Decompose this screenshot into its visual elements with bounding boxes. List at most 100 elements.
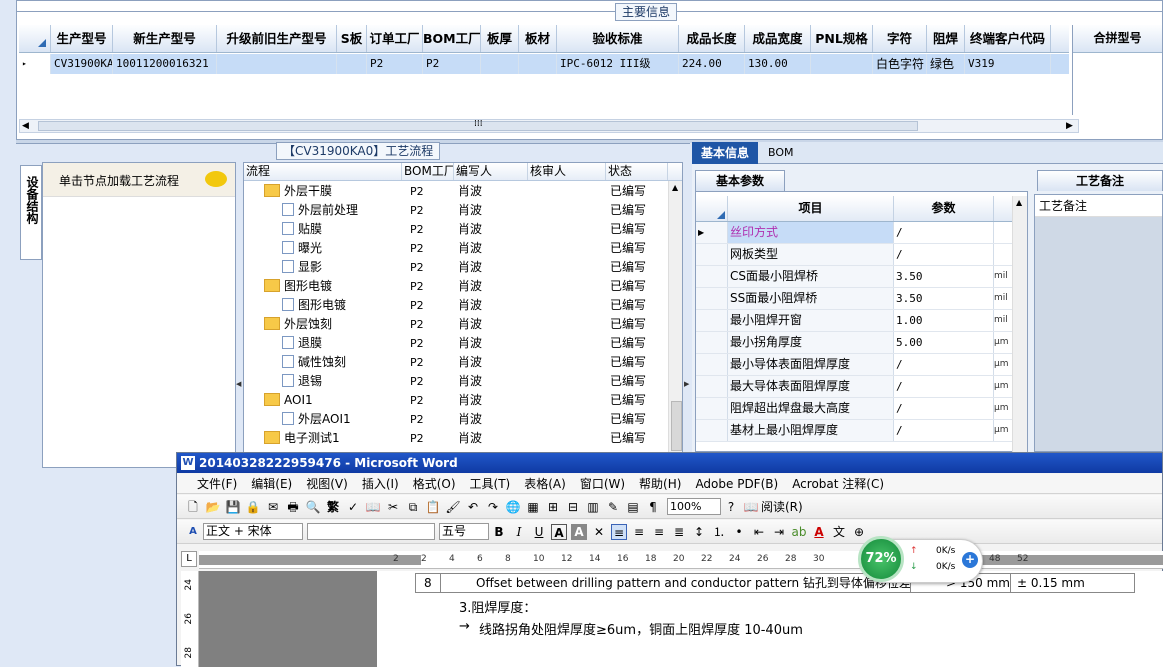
network-monitor-widget[interactable]: 72% ↑ ↓ 0K/s 0K/s + bbox=[858, 536, 983, 583]
doc-map-icon[interactable]: ▤ bbox=[625, 499, 641, 515]
col-acceptance-std[interactable]: 验收标准 bbox=[557, 25, 679, 52]
menu-item-7[interactable]: 窗口(W) bbox=[580, 475, 625, 492]
email-icon[interactable]: ✉ bbox=[265, 499, 281, 515]
show-hide-icon[interactable]: ¶ bbox=[645, 499, 661, 515]
tree-row[interactable]: 退膜 P2 肖波 已编写 bbox=[244, 334, 682, 353]
zoom-select[interactable]: 100% bbox=[667, 498, 721, 515]
save-icon[interactable]: 💾 bbox=[225, 499, 241, 515]
param-value[interactable]: / bbox=[894, 354, 994, 375]
phonetic-icon[interactable]: 文 bbox=[831, 524, 847, 540]
tab-bom[interactable]: BOM bbox=[762, 142, 802, 164]
highlight-icon[interactable]: ab bbox=[791, 524, 807, 540]
columns-icon[interactable]: ▥ bbox=[585, 499, 601, 515]
drawing-icon[interactable]: ✎ bbox=[605, 499, 621, 515]
menu-item-0[interactable]: 文件(F) bbox=[197, 475, 237, 492]
font-select[interactable] bbox=[307, 523, 435, 540]
styles-icon[interactable]: A bbox=[185, 524, 201, 540]
scroll-left-icon[interactable]: ◀ bbox=[22, 120, 32, 132]
permission-icon[interactable]: 🔒 bbox=[245, 499, 261, 515]
param-value[interactable]: 3.50 bbox=[894, 266, 994, 287]
param-row[interactable]: 网板类型 / bbox=[696, 244, 1016, 266]
tables-borders-icon[interactable]: ▦ bbox=[525, 499, 541, 515]
decrease-indent-icon[interactable]: ⇤ bbox=[751, 524, 767, 540]
underline-button[interactable]: U bbox=[531, 524, 547, 540]
cut-icon[interactable]: ✂ bbox=[385, 499, 401, 515]
col-old-model[interactable]: 升级前旧生产型号 bbox=[217, 25, 337, 52]
print-icon[interactable]: 🖶 bbox=[285, 499, 301, 515]
style-select[interactable]: 正文 + 宋体 bbox=[203, 523, 303, 540]
open-icon[interactable]: 📂 bbox=[205, 499, 221, 515]
subtab-process-notes[interactable]: 工艺备注 bbox=[1037, 170, 1163, 191]
menu-item-4[interactable]: 格式(O) bbox=[413, 475, 456, 492]
menu-item-3[interactable]: 插入(I) bbox=[362, 475, 399, 492]
col-solder-mask[interactable]: 阻焊 bbox=[927, 25, 965, 52]
format-painter-icon[interactable]: 🖌 bbox=[445, 499, 461, 515]
document-page[interactable]: 8 Offset between drilling pattern and co… bbox=[377, 571, 1163, 667]
col-s-board[interactable]: S板 bbox=[337, 25, 367, 52]
menu-item-9[interactable]: Adobe PDF(B) bbox=[695, 477, 778, 491]
hint-bar[interactable]: 单击节点加载工艺流程 bbox=[43, 163, 235, 197]
tab-basic-info[interactable]: 基本信息 bbox=[692, 142, 758, 164]
col-corner[interactable] bbox=[19, 25, 51, 52]
param-row[interactable]: 基材上最小阻焊厚度 / μm bbox=[696, 420, 1016, 442]
param-value[interactable]: / bbox=[894, 420, 994, 441]
tree-row[interactable]: 显影 P2 肖波 已编写 bbox=[244, 258, 682, 277]
paste-icon[interactable]: 📋 bbox=[425, 499, 441, 515]
menu-item-10[interactable]: Acrobat 注释(C) bbox=[792, 475, 884, 492]
net-plus-icon[interactable]: + bbox=[962, 552, 978, 568]
bold-button[interactable]: B bbox=[491, 524, 507, 540]
numbering-icon[interactable]: ⒈ bbox=[711, 524, 727, 540]
scroll-right-icon[interactable]: ▶ bbox=[1066, 120, 1076, 132]
col-thickness[interactable]: 板厚 bbox=[481, 25, 519, 52]
char-scale-icon[interactable]: ✕ bbox=[591, 524, 607, 540]
param-row[interactable]: SS面最小阻焊桥 3.50 mil bbox=[696, 288, 1016, 310]
menu-item-8[interactable]: 帮助(H) bbox=[639, 475, 681, 492]
subtab-basic-params[interactable]: 基本参数 bbox=[695, 170, 785, 191]
align-right-icon[interactable]: ≡ bbox=[651, 524, 667, 540]
param-row[interactable]: 最小阻焊开窗 1.00 mil bbox=[696, 310, 1016, 332]
param-row[interactable]: CS面最小阻焊桥 3.50 mil bbox=[696, 266, 1016, 288]
tree-vscroll[interactable]: ▲ bbox=[668, 181, 682, 453]
read-mode-button[interactable]: 阅读(R) bbox=[761, 498, 803, 515]
tree-row[interactable]: AOI1 P2 肖波 已编写 bbox=[244, 391, 682, 410]
trad-chinese-button[interactable]: 繁 bbox=[325, 499, 341, 515]
line-spacing-icon[interactable]: ↕ bbox=[691, 524, 707, 540]
col-order-factory[interactable]: 订单工厂 bbox=[367, 25, 423, 52]
col-pnl-spec[interactable]: PNL规格 bbox=[811, 25, 873, 52]
col-legend[interactable]: 字符 bbox=[873, 25, 927, 52]
tree-row[interactable]: 贴膜 P2 肖波 已编写 bbox=[244, 220, 682, 239]
bullets-icon[interactable]: • bbox=[731, 524, 747, 540]
align-left-icon[interactable]: ≡ bbox=[611, 523, 627, 540]
tree-row[interactable]: 外层前处理 P2 肖波 已编写 bbox=[244, 201, 682, 220]
param-row[interactable]: ▶ 丝印方式 / bbox=[696, 222, 1016, 244]
research-icon[interactable]: 📖 bbox=[365, 499, 381, 515]
insert-table-icon[interactable]: ⊞ bbox=[545, 499, 561, 515]
tree-row[interactable]: 外层干膜 P2 肖波 已编写 bbox=[244, 182, 682, 201]
char-shading-icon[interactable]: A bbox=[571, 523, 587, 540]
menu-item-1[interactable]: 编辑(E) bbox=[251, 475, 292, 492]
collapse-right-icon[interactable]: ▶ bbox=[684, 380, 690, 390]
scroll-thumb[interactable]: ⁞⁞⁞ bbox=[38, 119, 918, 131]
param-row[interactable]: 最小拐角厚度 5.00 μm bbox=[696, 332, 1016, 354]
italic-button[interactable]: I bbox=[511, 524, 527, 540]
undo-icon[interactable]: ↶ bbox=[465, 499, 481, 515]
horizontal-ruler[interactable]: 2246810121416182022242628304244464852 bbox=[199, 551, 1163, 569]
read-mode-icon[interactable]: 📖 bbox=[743, 499, 759, 515]
enclose-char-icon[interactable]: ⊕ bbox=[851, 524, 867, 540]
font-color-icon[interactable]: A bbox=[811, 524, 827, 540]
collapse-left-icon[interactable]: ◀ bbox=[236, 380, 242, 390]
justify-icon[interactable]: ≣ bbox=[671, 524, 687, 540]
insert-excel-icon[interactable]: ⊟ bbox=[565, 499, 581, 515]
tree-row[interactable]: 图形电镀 P2 肖波 已编写 bbox=[244, 277, 682, 296]
tab-equipment-structure[interactable]: 设备结构 bbox=[20, 165, 42, 260]
tree-row[interactable]: 碱性蚀刻 P2 肖波 已编写 bbox=[244, 353, 682, 372]
param-value[interactable]: 5.00 bbox=[894, 332, 994, 353]
param-value[interactable]: 1.00 bbox=[894, 310, 994, 331]
tree-row[interactable]: 退锡 P2 肖波 已编写 bbox=[244, 372, 682, 391]
col-model[interactable]: 生产型号 bbox=[51, 25, 113, 52]
param-value[interactable]: / bbox=[894, 244, 994, 265]
main-grid-hscroll[interactable]: ◀ ⁞⁞⁞ ▶ bbox=[19, 119, 1079, 133]
tree-row[interactable]: 图形电镀 P2 肖波 已编写 bbox=[244, 296, 682, 315]
preview-icon[interactable]: 🔍 bbox=[305, 499, 321, 515]
param-row[interactable]: 阻焊超出焊盘最大高度 / μm bbox=[696, 398, 1016, 420]
